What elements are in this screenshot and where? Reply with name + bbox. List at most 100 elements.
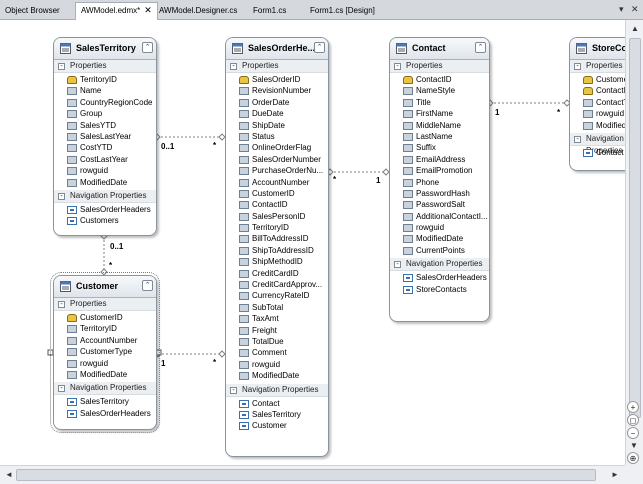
- properties-section-header[interactable]: - Properties: [390, 60, 489, 73]
- property-row[interactable]: CreditCardApprov...: [226, 279, 328, 290]
- property-row[interactable]: SalesOrderID: [226, 74, 328, 85]
- property-row[interactable]: LastName: [390, 131, 489, 142]
- property-row[interactable]: rowguid: [390, 222, 489, 233]
- navigation-property-row[interactable]: Customer: [226, 420, 328, 431]
- property-row[interactable]: ContactID: [390, 74, 489, 85]
- collapse-entity-icon[interactable]: ⌃: [475, 42, 486, 53]
- navigation-property-row[interactable]: SalesOrderHeaders: [54, 204, 156, 215]
- property-row[interactable]: ModifiedDate: [390, 233, 489, 244]
- collapse-entity-icon[interactable]: ⌃: [142, 42, 153, 53]
- property-row[interactable]: CustomerType: [54, 346, 156, 357]
- property-row[interactable]: Suffix: [390, 142, 489, 153]
- navigation-property-row[interactable]: Customers: [54, 215, 156, 226]
- property-row[interactable]: EmailAddress: [390, 154, 489, 165]
- entity-header[interactable]: StoreCon: [570, 38, 625, 60]
- property-row[interactable]: rowguid: [54, 358, 156, 369]
- navigation-property-row[interactable]: SalesTerritory: [226, 409, 328, 420]
- scroll-down-icon[interactable]: ▼: [627, 439, 641, 453]
- scroll-left-icon[interactable]: ◄: [2, 468, 16, 482]
- property-row[interactable]: ModifiedD: [570, 120, 625, 131]
- property-row[interactable]: FirstName: [390, 108, 489, 119]
- collapse-section-icon[interactable]: -: [574, 135, 581, 143]
- property-row[interactable]: MiddleName: [390, 120, 489, 131]
- navigation-property-row[interactable]: StoreContacts: [390, 284, 489, 295]
- property-row[interactable]: Freight: [226, 325, 328, 336]
- properties-section-header[interactable]: - Properties: [570, 60, 625, 73]
- property-row[interactable]: ModifiedDate: [226, 370, 328, 381]
- property-row[interactable]: OrderDate: [226, 97, 328, 108]
- property-row[interactable]: rowguid: [570, 108, 625, 119]
- property-row[interactable]: NameStyle: [390, 85, 489, 96]
- navigation-section-header[interactable]: - Navigation Properties: [226, 383, 328, 397]
- tab-object-browser[interactable]: Object Browser: [0, 3, 65, 20]
- tab-dropdown-icon[interactable]: ▾: [619, 4, 624, 15]
- navigation-section-header[interactable]: - Navigation Properties: [54, 382, 156, 396]
- property-row[interactable]: SubTotal: [226, 302, 328, 313]
- entity-salesorderheader[interactable]: SalesOrderHe... ⌃ - Properties SalesOrder…: [225, 37, 329, 457]
- property-row[interactable]: ModifiedDate: [54, 177, 156, 188]
- property-row[interactable]: ModifiedDate: [54, 369, 156, 380]
- property-row[interactable]: Customer: [570, 74, 625, 85]
- property-row[interactable]: OnlineOrderFlag: [226, 142, 328, 153]
- property-row[interactable]: AccountNumber: [226, 177, 328, 188]
- property-row[interactable]: DueDate: [226, 108, 328, 119]
- vertical-scrollbar[interactable]: ▲: [625, 20, 643, 465]
- horizontal-scrollbar[interactable]: ◄ ►: [0, 465, 625, 484]
- entity-header[interactable]: SalesTerritory ⌃: [54, 38, 156, 60]
- property-row[interactable]: Comment: [226, 347, 328, 358]
- property-row[interactable]: ShipDate: [226, 120, 328, 131]
- navigation-property-row[interactable]: SalesTerritory: [54, 396, 156, 407]
- zoom-out-icon[interactable]: −: [627, 427, 639, 439]
- property-row[interactable]: TaxAmt: [226, 313, 328, 324]
- property-row[interactable]: EmailPromotion: [390, 165, 489, 176]
- properties-section-header[interactable]: - Properties: [54, 60, 156, 73]
- close-tab-icon[interactable]: ✕: [144, 3, 152, 18]
- entity-header[interactable]: Contact ⌃: [390, 38, 489, 60]
- entity-header[interactable]: Customer ⌃: [54, 276, 156, 298]
- zoom-reset-icon[interactable]: ◻: [627, 414, 639, 426]
- property-row[interactable]: ContactT: [570, 97, 625, 108]
- property-row[interactable]: BillToAddressID: [226, 233, 328, 244]
- entity-salesterritory[interactable]: SalesTerritory ⌃ - Properties TerritoryID…: [53, 37, 157, 236]
- collapse-section-icon[interactable]: -: [574, 63, 581, 70]
- collapse-entity-icon[interactable]: ⌃: [142, 280, 153, 291]
- property-row[interactable]: Status: [226, 131, 328, 142]
- navigation-property-row[interactable]: Contact: [570, 147, 625, 158]
- navigation-property-row[interactable]: Contact: [226, 398, 328, 409]
- property-row[interactable]: ShipMethodID: [226, 256, 328, 267]
- entity-header[interactable]: SalesOrderHe... ⌃: [226, 38, 328, 60]
- property-row[interactable]: TerritoryID: [54, 74, 156, 85]
- collapse-section-icon[interactable]: -: [394, 63, 401, 70]
- property-row[interactable]: SalesPersonID: [226, 211, 328, 222]
- navigation-property-row[interactable]: SalesOrderHeaders: [54, 408, 156, 419]
- collapse-section-icon[interactable]: -: [58, 301, 65, 308]
- collapse-section-icon[interactable]: -: [394, 261, 401, 269]
- zoom-in-icon[interactable]: +: [627, 401, 639, 413]
- property-row[interactable]: PasswordSalt: [390, 199, 489, 210]
- properties-section-header[interactable]: - Properties: [54, 298, 156, 311]
- close-document-icon[interactable]: ✕: [631, 4, 639, 15]
- property-row[interactable]: TerritoryID: [226, 222, 328, 233]
- scroll-right-icon[interactable]: ►: [608, 468, 622, 482]
- collapse-section-icon[interactable]: -: [58, 192, 65, 200]
- tab-form1-cs-design[interactable]: Form1.cs [Design]: [305, 3, 380, 20]
- property-row[interactable]: Phone: [390, 177, 489, 188]
- property-row[interactable]: TotalDue: [226, 336, 328, 347]
- property-row[interactable]: CostLastYear: [54, 154, 156, 165]
- property-row[interactable]: rowguid: [226, 359, 328, 370]
- vertical-scroll-thumb[interactable]: [629, 38, 641, 418]
- collapse-section-icon[interactable]: -: [58, 385, 65, 393]
- property-row[interactable]: SalesOrderNumber: [226, 154, 328, 165]
- property-row[interactable]: PurchaseOrderNu...: [226, 165, 328, 176]
- property-row[interactable]: TerritoryID: [54, 323, 156, 334]
- tab-awmodel-designer-cs[interactable]: AWModel.Designer.cs: [154, 3, 242, 20]
- designer-canvas[interactable]: 0..1 * 0..1 * 1 * * 1 1 * SalesTerritory…: [0, 20, 625, 465]
- property-row[interactable]: ContactID: [570, 85, 625, 96]
- property-row[interactable]: AdditionalContactI...: [390, 211, 489, 222]
- property-row[interactable]: CustomerID: [226, 188, 328, 199]
- property-row[interactable]: CostYTD: [54, 142, 156, 153]
- property-row[interactable]: AccountNumber: [54, 335, 156, 346]
- property-row[interactable]: RevisionNumber: [226, 85, 328, 96]
- properties-section-header[interactable]: - Properties: [226, 60, 328, 73]
- entity-customer[interactable]: Customer ⌃ - Properties CustomerID Territo…: [50, 272, 160, 433]
